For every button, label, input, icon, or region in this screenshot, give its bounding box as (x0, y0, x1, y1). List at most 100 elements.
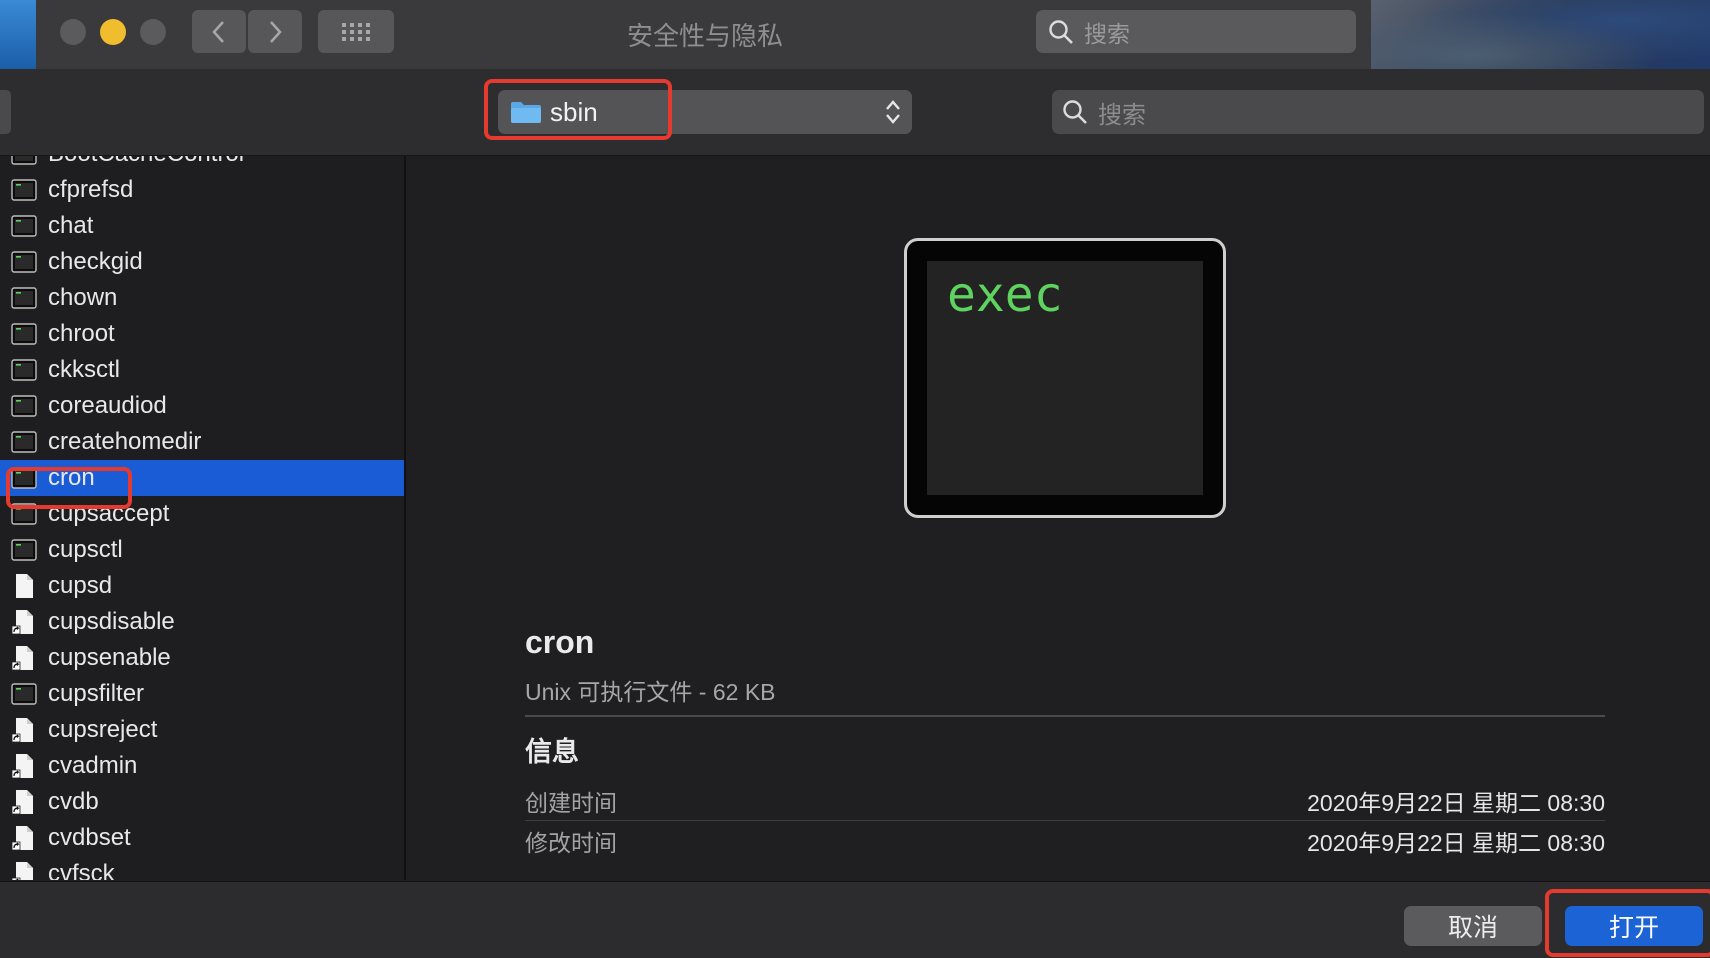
file-name: cupsd (48, 572, 113, 599)
dialog-search-field[interactable]: 搜索 (1052, 90, 1704, 134)
unix-executable-icon: exec (904, 238, 1226, 518)
show-all-button[interactable] (318, 10, 394, 53)
file-name: cupsreject (48, 716, 158, 743)
open-button[interactable]: 打开 (1565, 906, 1703, 946)
file-row[interactable]: createhomedir (0, 424, 404, 460)
terminal-exec-icon (11, 213, 37, 239)
preview-pane: exec cron Unix 可执行文件 - 62 KB 信息 创建时间 202… (406, 156, 1710, 880)
file-row[interactable]: BootCacheControl (0, 156, 404, 172)
preview-file-kind: Unix 可执行文件 - 62 KB (525, 679, 776, 705)
preview-divider (525, 715, 1605, 717)
terminal-exec-icon (11, 681, 37, 707)
chevron-right-icon (270, 20, 282, 43)
terminal-exec-icon (11, 429, 37, 455)
file-row[interactable]: chroot (0, 316, 404, 352)
alias-document-icon (11, 645, 37, 671)
file-row[interactable]: cvadmin (0, 748, 404, 784)
back-button[interactable] (192, 10, 246, 53)
cancel-button[interactable]: 取消 (1404, 906, 1542, 946)
file-name: chroot (48, 320, 115, 347)
alias-document-icon (11, 609, 37, 635)
modified-value: 2020年9月22日 星期二 08:30 (1307, 830, 1605, 856)
file-name: cupsaccept (48, 500, 170, 527)
modified-label: 修改时间 (525, 830, 617, 856)
file-name: coreaudiod (48, 392, 167, 419)
file-name: chat (48, 212, 94, 239)
window-minimize-button[interactable] (100, 19, 126, 45)
terminal-exec-icon (11, 249, 37, 275)
file-list-items: BootCacheControl cfprefsd chat checkgid chow… (0, 156, 404, 880)
exec-icon-text: exec (947, 267, 1063, 323)
document-icon (11, 573, 37, 599)
file-name: cupsfilter (48, 680, 145, 707)
file-row[interactable]: chat (0, 208, 404, 244)
chevron-left-icon (212, 20, 224, 43)
file-name: cvadmin (48, 752, 138, 779)
search-icon (1063, 100, 1087, 124)
desktop-edge (0, 0, 36, 69)
file-row[interactable]: cupsenable (0, 640, 404, 676)
created-row: 创建时间 2020年9月22日 星期二 08:30 (525, 782, 1605, 821)
file-row[interactable]: cvfsck (0, 856, 404, 880)
dialog-toolbar: sbin 搜索 (0, 69, 1710, 156)
alias-document-icon (11, 861, 37, 880)
file-row[interactable]: coreaudiod (0, 388, 404, 424)
search-icon (1049, 19, 1073, 44)
terminal-exec-icon (11, 321, 37, 347)
file-row[interactable]: ckksctl (0, 352, 404, 388)
alias-document-icon (11, 825, 37, 851)
file-row[interactable]: cupsctl (0, 532, 404, 568)
alias-document-icon (11, 753, 37, 779)
dialog-button-bar: 取消 打开 (0, 881, 1710, 958)
screen: 安全性与隐私 搜索 sbin 搜索 BootCacheControl cfpref… (0, 0, 1710, 958)
modified-row: 修改时间 2020年9月22日 星期二 08:30 (525, 822, 1605, 860)
search-placeholder: 搜索 (1084, 20, 1130, 47)
forward-button[interactable] (248, 10, 302, 53)
file-row[interactable]: cupsdisable (0, 604, 404, 640)
terminal-exec-icon (11, 285, 37, 311)
file-row[interactable]: chown (0, 280, 404, 316)
file-name: cupsenable (48, 644, 171, 671)
nav-buttons (192, 10, 302, 53)
desktop-wallpaper (1371, 0, 1710, 69)
file-name: checkgid (48, 248, 143, 275)
file-row[interactable]: cvdbset (0, 820, 404, 856)
file-row[interactable]: cfprefsd (0, 172, 404, 208)
file-row[interactable]: cupsd (0, 568, 404, 604)
terminal-exec-icon (11, 177, 37, 203)
alias-document-icon (11, 717, 37, 743)
file-row[interactable]: cupsaccept (0, 496, 404, 532)
file-name: cfprefsd (48, 176, 134, 203)
file-name: createhomedir (48, 428, 202, 455)
file-list[interactable]: BootCacheControl cfprefsd chat checkgid chow… (0, 156, 406, 880)
file-name: chown (48, 284, 118, 311)
terminal-screen: exec (927, 261, 1203, 495)
window-close-button[interactable] (60, 19, 86, 45)
created-label: 创建时间 (525, 790, 617, 816)
background-search-field[interactable]: 搜索 (1036, 10, 1356, 53)
path-popup-button[interactable]: sbin (498, 90, 912, 134)
window-zoom-button[interactable] (140, 19, 166, 45)
sidebar-toggle-button[interactable] (0, 90, 11, 134)
terminal-exec-icon (11, 357, 37, 383)
file-name: ckksctl (48, 356, 120, 383)
file-row[interactable]: cvdb (0, 784, 404, 820)
file-row[interactable]: cupsfilter (0, 676, 404, 712)
terminal-exec-icon (11, 501, 37, 527)
file-name: cvfsck (48, 860, 115, 880)
file-name: cron (48, 464, 95, 491)
grid-icon (342, 22, 370, 41)
updown-chevron-icon (886, 100, 900, 124)
info-section-title: 信息 (525, 737, 579, 767)
file-name: cvdbset (48, 824, 131, 851)
file-row[interactable]: checkgid (0, 244, 404, 280)
folder-icon (511, 102, 541, 123)
background-window-title: 安全性与隐私 (626, 21, 783, 51)
file-row-selected[interactable]: cron (0, 460, 404, 496)
terminal-exec-icon (11, 465, 37, 491)
file-row[interactable]: cupsreject (0, 712, 404, 748)
file-name: cupsdisable (48, 608, 175, 635)
terminal-exec-icon (11, 537, 37, 563)
search-placeholder: 搜索 (1098, 101, 1146, 129)
alias-document-icon (11, 789, 37, 815)
